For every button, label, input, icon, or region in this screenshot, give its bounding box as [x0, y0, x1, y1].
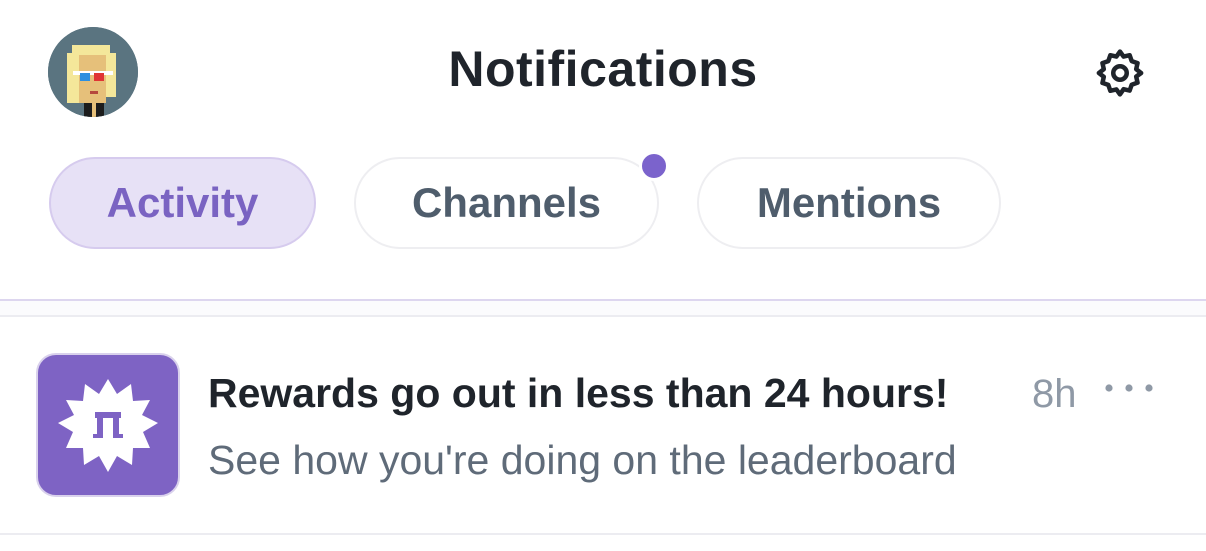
- notification-title: Rewards go out in less than 24 hours!: [208, 370, 949, 416]
- tab-mentions[interactable]: Mentions: [697, 157, 1001, 249]
- tab-activity[interactable]: Activity: [49, 157, 316, 249]
- notifications-screen: Notifications Activity Channels Mentions: [0, 0, 1206, 551]
- tab-activity-label: Activity: [106, 179, 259, 226]
- gear-icon: [1096, 49, 1144, 97]
- settings-button[interactable]: [1093, 46, 1147, 100]
- page-title: Notifications: [448, 41, 758, 97]
- tab-channels[interactable]: Channels: [354, 157, 659, 249]
- section-divider: [0, 299, 1206, 317]
- tab-mentions-label: Mentions: [756, 179, 942, 226]
- unread-dot: [639, 151, 669, 181]
- tab-channels-label: Channels: [411, 179, 602, 226]
- more-horizontal-icon: [1105, 384, 1153, 392]
- rewards-badge-icon: [58, 379, 158, 472]
- notification-timestamp: 8h: [1032, 372, 1077, 416]
- more-options-button[interactable]: [1100, 378, 1158, 398]
- row-separator: [0, 533, 1206, 535]
- notification-body: See how you're doing on the leaderboard: [208, 437, 957, 483]
- rewards-badge: [36, 353, 180, 497]
